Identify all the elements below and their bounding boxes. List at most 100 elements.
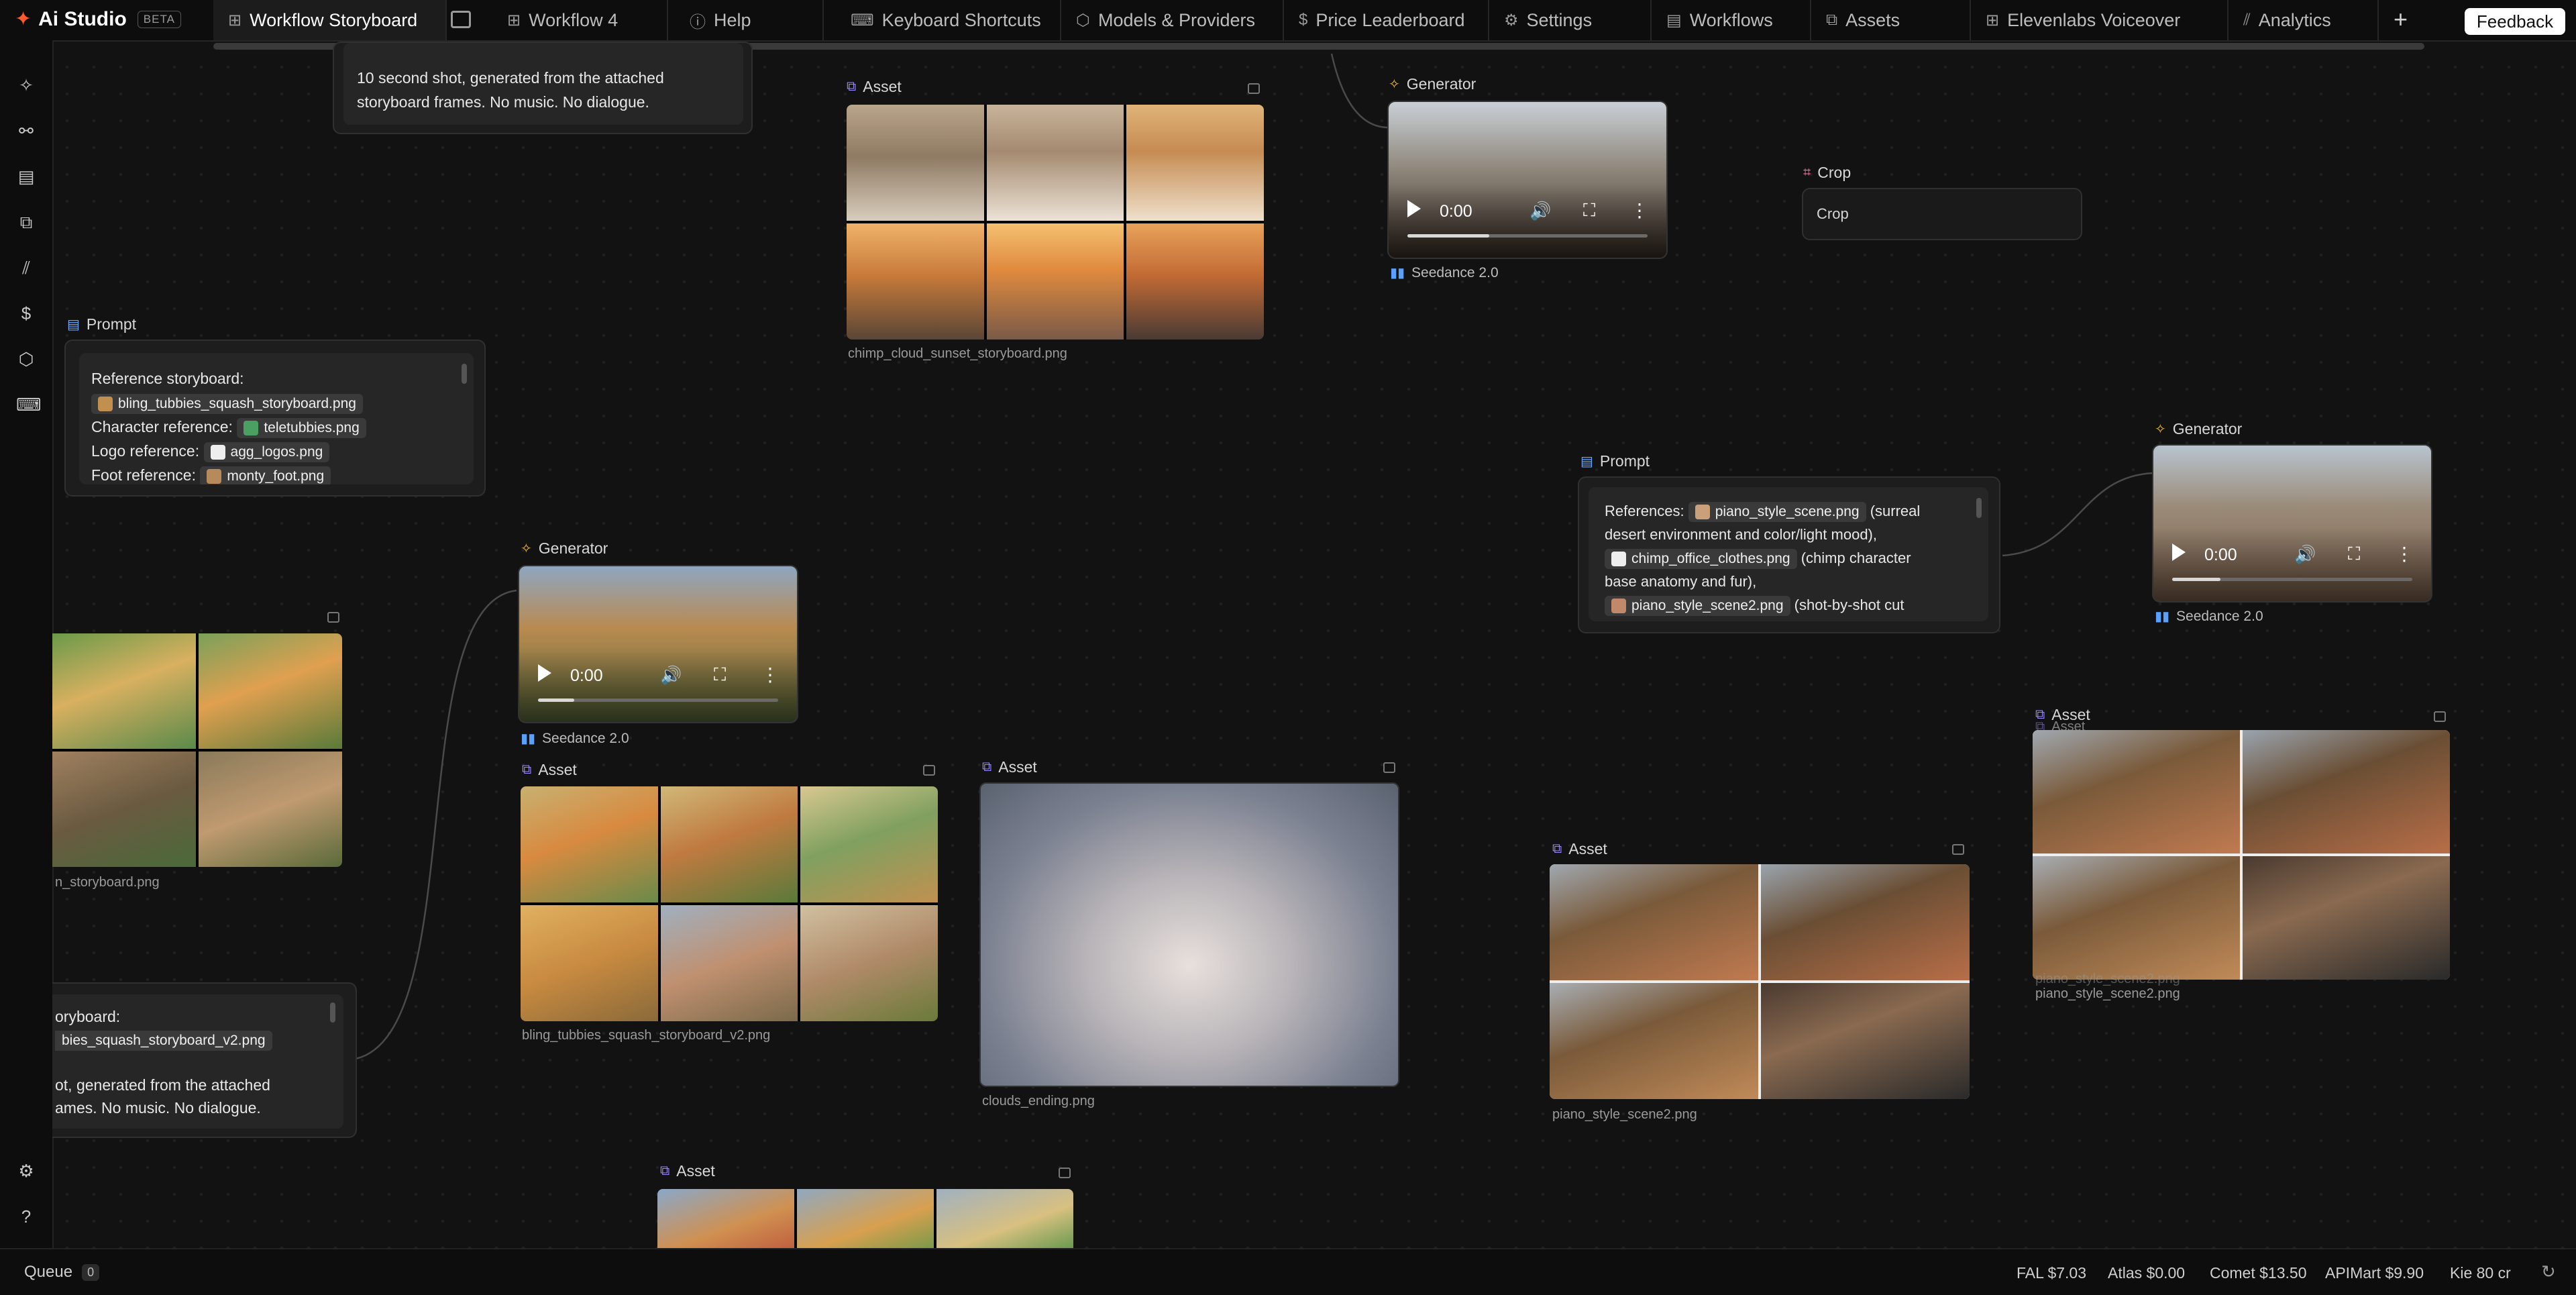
grid-icon: ⊞ [1986, 11, 2000, 30]
prompt-node-right[interactable]: References: piano_style_scene.png (surre… [1578, 476, 2000, 633]
prompt-scrollbar[interactable] [462, 364, 467, 384]
assets-icon[interactable]: ⧉ [16, 212, 36, 232]
help-icon: ⓘ [690, 13, 706, 32]
piano-storyboard-image[interactable] [1550, 864, 1970, 1099]
tab-elevenlabs-voiceover[interactable]: ⊞ Elevenlabs Voiceover [1971, 0, 2229, 40]
prompt-node-top[interactable]: 10 second shot, generated from the attac… [333, 42, 753, 134]
tab-analytics[interactable]: ⫽ Analytics [2229, 0, 2379, 40]
teletubbies-storyboard-image[interactable] [52, 633, 342, 867]
grid-icon: ⊞ [507, 11, 521, 30]
video-player[interactable]: 0:00 🔊 ⛶ ⋮ [1387, 101, 1668, 259]
file-chip[interactable]: agg_logos.png [203, 442, 330, 462]
queue-indicator[interactable]: Queue 0 [24, 1263, 100, 1282]
tab-layout-icon[interactable] [451, 11, 471, 28]
fullscreen-icon[interactable]: ⛶ [1583, 200, 1595, 221]
expand-icon[interactable] [2434, 711, 2446, 722]
video-progress-bar[interactable] [2172, 578, 2412, 581]
tab-help[interactable]: ⓘ Help [675, 0, 824, 40]
refresh-icon[interactable]: ↻ [2541, 1261, 2556, 1282]
prompt-scrollbar[interactable] [1976, 498, 1982, 518]
file-chip[interactable]: teletubbies.png [237, 417, 366, 438]
expand-icon[interactable] [1059, 1168, 1071, 1178]
tab-models-providers[interactable]: ⬡ Models & Providers [1061, 0, 1284, 40]
bar-chart-icon: ▮▮ [2155, 609, 2170, 624]
chart-icon[interactable]: ⫽ [16, 258, 36, 278]
help-icon[interactable]: ? [16, 1206, 36, 1227]
fullscreen-icon[interactable]: ⛶ [714, 664, 726, 686]
prompt-scrollbar[interactable] [330, 1002, 335, 1023]
prompt-text-area[interactable]: Reference storyboard: bling_tubbies_squa… [79, 353, 474, 484]
prompt-text-area[interactable]: 10 second shot, generated from the attac… [343, 43, 743, 125]
cube-icon[interactable]: ⬡ [16, 349, 36, 369]
app-name: Ai Studio [38, 8, 127, 30]
feedback-button[interactable]: Feedback [2465, 8, 2565, 35]
app-logo[interactable]: ✦ Ai Studio BETA [15, 8, 181, 31]
expand-icon[interactable] [1248, 83, 1260, 94]
more-options-icon[interactable]: ⋮ [1630, 199, 1649, 221]
model-label: ▮▮ Seedance 2.0 [521, 730, 629, 747]
prompt-node-left[interactable]: Reference storyboard: bling_tubbies_squa… [64, 340, 486, 497]
crop-node[interactable]: Crop [1802, 188, 2082, 240]
clouds-image[interactable] [979, 782, 1399, 1087]
tab-price-leaderboard[interactable]: $ Price Leaderboard [1284, 0, 1489, 40]
expand-icon[interactable] [923, 765, 935, 776]
left-sidebar: ✧ ⚯ ▤ ⧉ ⫽ $ ⬡ ⌨ ⚙ ? [0, 40, 54, 1248]
tab-workflows[interactable]: ▤ Workflows [1652, 0, 1811, 40]
more-options-icon[interactable]: ⋮ [2395, 543, 2414, 565]
video-progress-bar[interactable] [1407, 234, 1648, 238]
play-icon[interactable] [2172, 543, 2186, 561]
prompt-text-area[interactable]: References: piano_style_scene.png (surre… [1589, 487, 1988, 621]
file-chip[interactable]: piano_style_scene2.png [1605, 596, 1790, 617]
asset-filename: piano_style_scene2.png [1552, 1107, 1697, 1122]
prompt-icon: ▤ [1580, 454, 1593, 469]
asset-node-title: ⧉ Asset [522, 761, 577, 778]
keyboard-icon[interactable]: ⌨ [16, 395, 42, 415]
add-tab-button[interactable]: + [2394, 5, 2408, 34]
file-chip[interactable]: bies_squash_storyboard_v2.png [55, 1030, 272, 1051]
workflow-icon[interactable]: ⚯ [16, 121, 36, 141]
bottom-storyboard-image[interactable] [657, 1189, 1073, 1248]
fullscreen-icon[interactable]: ⛶ [2348, 543, 2360, 565]
file-chip[interactable]: piano_style_scene.png [1688, 502, 1866, 523]
volume-icon[interactable]: 🔊 [1529, 201, 1551, 221]
asset-filename: n_storyboard.png [55, 875, 160, 890]
file-chip[interactable]: monty_foot.png [200, 466, 331, 484]
expand-icon[interactable] [1952, 844, 1964, 855]
expand-icon[interactable] [1383, 762, 1395, 773]
more-options-icon[interactable]: ⋮ [761, 664, 780, 686]
sparkle-tool-icon[interactable]: ✧ [16, 75, 36, 95]
video-player[interactable]: 0:00 🔊 ⛶ ⋮ [2152, 444, 2432, 603]
tab-workflow-storyboard[interactable]: ⊞ Workflow Storyboard [213, 0, 447, 40]
status-bar: Queue 0 FAL $7.03 Atlas $0.00 Comet $13.… [0, 1248, 2576, 1295]
asset-filename-stacked: piano_style_scene2.png [2035, 972, 2180, 986]
gear-icon[interactable]: ⚙ [16, 1161, 36, 1181]
tab-assets[interactable]: ⧉ Assets [1811, 0, 1971, 40]
tab-keyboard-shortcuts[interactable]: ⌨ Keyboard Shortcuts [836, 0, 1061, 40]
prompt-text-area[interactable]: oryboard: bies_squash_storyboard_v2.png … [52, 994, 343, 1129]
expand-icon[interactable] [327, 612, 339, 623]
asset-icon: ⧉ [1552, 841, 1562, 856]
chimp-storyboard-image[interactable] [847, 105, 1264, 340]
bling-tubbies-storyboard-image[interactable] [521, 786, 938, 1021]
thumbnail [1611, 552, 1626, 567]
prompt-node-title: ▤ Prompt [1580, 452, 1650, 470]
generator-node-title: ✧ Generator [2155, 420, 2243, 437]
dollar-icon[interactable]: $ [16, 303, 36, 323]
file-chip[interactable]: bling_tubbies_squash_storyboard.png [91, 393, 363, 414]
video-player[interactable]: 0:00 🔊 ⛶ ⋮ [518, 565, 798, 723]
tab-settings[interactable]: ⚙ Settings [1489, 0, 1652, 40]
connections-layer [355, 53, 2154, 1060]
asset-node-title: ⧉ Asset [660, 1162, 715, 1180]
play-icon[interactable] [1407, 200, 1421, 217]
prompt-node-bottom[interactable]: oryboard: bies_squash_storyboard_v2.png … [52, 982, 357, 1138]
play-icon[interactable] [538, 664, 551, 682]
tab-workflow-4[interactable]: ⊞ Workflow 4 [492, 0, 668, 40]
volume-icon[interactable]: 🔊 [660, 665, 682, 686]
volume-icon[interactable]: 🔊 [2294, 544, 2316, 565]
video-progress-bar[interactable] [538, 698, 778, 702]
layout-icon[interactable]: ▤ [16, 166, 36, 187]
video-time: 0:00 [570, 666, 603, 685]
asset-filename: chimp_cloud_sunset_storyboard.png [848, 346, 1067, 361]
file-chip[interactable]: chimp_office_clothes.png [1605, 549, 1797, 570]
piano-storyboard-image-2[interactable] [2033, 730, 2450, 980]
